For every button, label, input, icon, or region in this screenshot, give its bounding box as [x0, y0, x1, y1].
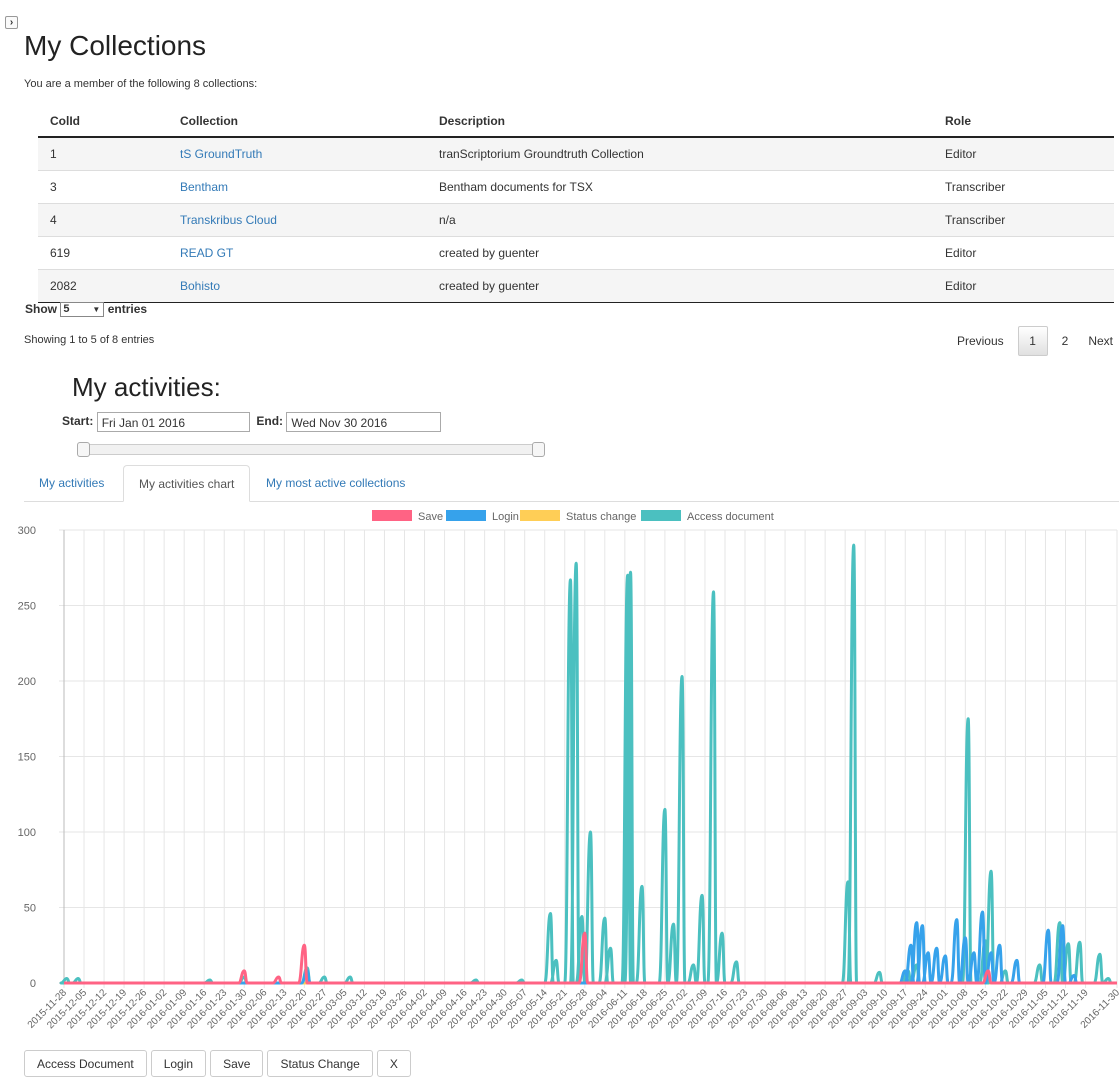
slider-end-handle[interactable]: [532, 442, 545, 457]
legend-label: Save: [418, 511, 443, 523]
cell-role: Transcriber: [933, 170, 1114, 204]
previous-page-button[interactable]: Previous: [947, 327, 1014, 355]
table-row: 2082 Bohisto created by guenter Editor: [38, 269, 1114, 303]
close-button[interactable]: X: [376, 1050, 411, 1077]
chart-filter-buttons: Access Document Login Save Status Change…: [24, 1050, 411, 1077]
cell-colid: 619: [38, 236, 168, 270]
legend-label: Status change: [566, 511, 636, 523]
legend-swatch: [372, 510, 412, 521]
table-row: 619 READ GT created by guenter Editor: [38, 236, 1114, 270]
series-line-login: [64, 910, 1118, 985]
cell-role: Editor: [933, 269, 1114, 303]
cell-description: Bentham documents for TSX: [427, 170, 933, 204]
table-row: 3 Bentham Bentham documents for TSX Tran…: [38, 170, 1114, 204]
y-tick-label: 200: [18, 676, 36, 688]
collections-count-text: You are a member of the following 8 coll…: [24, 78, 258, 90]
cell-description: created by guenter: [427, 269, 933, 303]
chevron-down-icon: ▼: [92, 305, 101, 315]
showing-info: Showing 1 to 5 of 8 entries: [24, 334, 155, 346]
collection-link[interactable]: Bohisto: [180, 279, 220, 293]
end-label: End:: [256, 414, 284, 429]
collection-link[interactable]: READ GT: [180, 246, 233, 260]
column-header-description[interactable]: Description: [427, 105, 933, 138]
tab-my-activities[interactable]: My activities: [24, 465, 119, 501]
collection-link[interactable]: Bentham: [180, 180, 228, 194]
collection-link[interactable]: tS GroundTruth: [180, 147, 262, 161]
table-row: 4 Transkribus Cloud n/a Transcriber: [38, 203, 1114, 237]
series-line-access-document: [59, 543, 1118, 985]
collection-link[interactable]: Transkribus Cloud: [180, 213, 277, 227]
cell-role: Transcriber: [933, 203, 1114, 237]
date-range-slider[interactable]: [77, 442, 545, 457]
column-header-collection[interactable]: Collection: [168, 105, 427, 138]
y-tick-label: 300: [18, 525, 36, 537]
column-header-colid[interactable]: ColId: [38, 105, 168, 138]
y-tick-label: 100: [18, 827, 36, 839]
activities-title: My activities:: [72, 372, 221, 402]
show-entries-control: Show 5 ▼ entries: [25, 302, 148, 318]
cell-role: Editor: [933, 236, 1114, 270]
cell-colid: 1: [38, 136, 168, 171]
legend-label: Access document: [687, 511, 774, 523]
cell-colid: 3: [38, 170, 168, 204]
table-row: 1 tS GroundTruth tranScriptorium Groundt…: [38, 136, 1114, 171]
y-tick-label: 50: [24, 903, 36, 915]
next-page-button[interactable]: Next: [1078, 327, 1113, 355]
activity-tabs: My activities My activities chart My mos…: [24, 465, 1119, 502]
tab-my-activities-chart[interactable]: My activities chart: [123, 465, 251, 502]
cell-description: created by guenter: [427, 236, 933, 270]
start-date-input[interactable]: Fri Jan 01 2016: [96, 412, 250, 432]
legend-label: Login: [492, 511, 519, 523]
pagination: Previous 1 2 Next: [947, 326, 1113, 356]
legend-swatch: [520, 510, 560, 521]
y-tick-label: 0: [30, 978, 36, 990]
start-label: Start:: [62, 414, 94, 429]
legend-swatch: [446, 510, 486, 521]
collections-table: ColId Collection Description Role 1 tS G…: [38, 105, 1114, 303]
slider-start-handle[interactable]: [77, 442, 90, 457]
column-header-role[interactable]: Role: [933, 105, 1114, 138]
login-button[interactable]: Login: [150, 1050, 207, 1077]
page-2-button[interactable]: 2: [1052, 327, 1079, 355]
cell-colid: 2082: [38, 269, 168, 303]
sidebar-toggle-button[interactable]: ›: [5, 16, 18, 29]
tab-most-active-collections[interactable]: My most active collections: [251, 465, 420, 501]
y-tick-label: 150: [18, 752, 36, 764]
cell-description: tranScriptorium Groundtruth Collection: [427, 136, 933, 171]
table-header-row: ColId Collection Description Role: [38, 105, 1114, 138]
y-tick-label: 250: [18, 601, 36, 613]
cell-colid: 4: [38, 203, 168, 237]
activities-chart: 0501001502002503002015-11-282015-12-0520…: [18, 510, 1119, 1031]
cell-role: Editor: [933, 136, 1114, 171]
date-range-row: Start: Fri Jan 01 2016 End: Wed Nov 30 2…: [62, 412, 442, 432]
page-size-select[interactable]: 5 ▼: [60, 302, 105, 318]
page-title: My Collections: [24, 30, 207, 61]
save-button[interactable]: Save: [210, 1050, 264, 1077]
end-date-input[interactable]: Wed Nov 30 2016: [286, 412, 442, 432]
show-label: Show: [25, 302, 57, 316]
access-document-button[interactable]: Access Document: [24, 1050, 147, 1077]
cell-description: n/a: [427, 203, 933, 237]
entries-label: entries: [107, 302, 148, 316]
legend-swatch: [641, 510, 681, 521]
page-1-button[interactable]: 1: [1017, 326, 1048, 356]
status-change-button[interactable]: Status Change: [267, 1050, 373, 1077]
